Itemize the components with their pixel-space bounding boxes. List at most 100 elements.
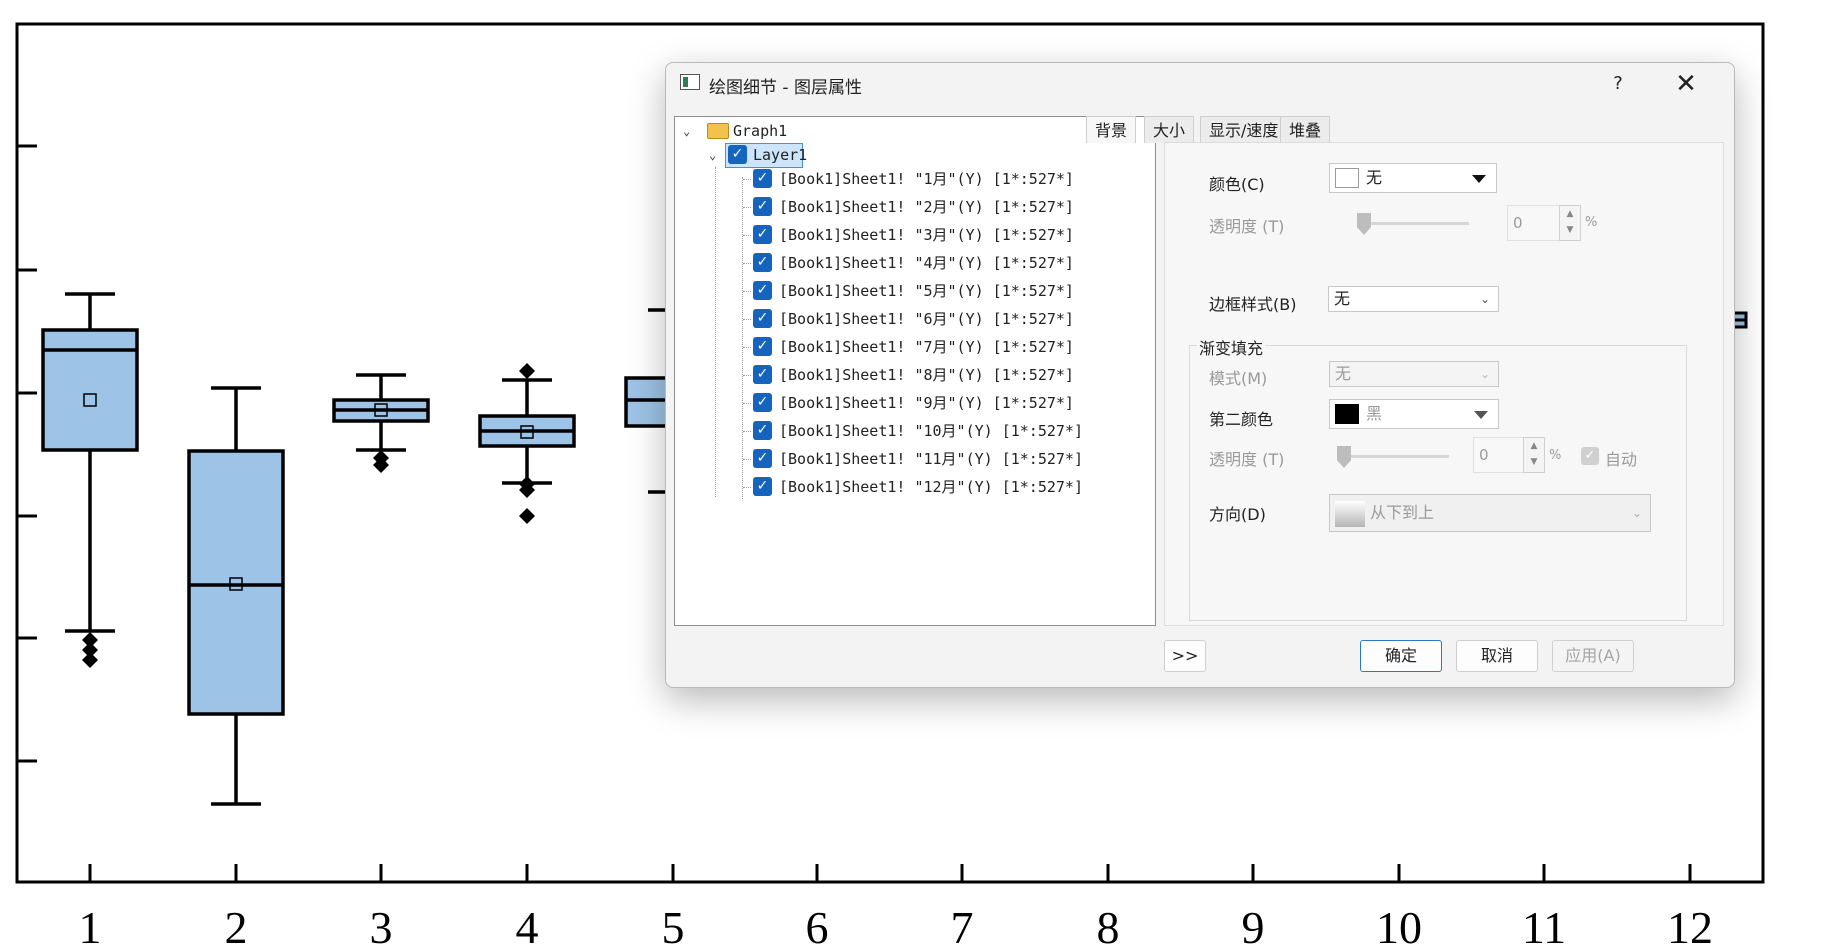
- tree-plot-label: [Book1]Sheet1! "11月"(Y) [1*:527*]: [779, 450, 1083, 468]
- caret-down-icon: [1472, 175, 1486, 183]
- direction-label: 方向(D): [1209, 505, 1266, 524]
- folder-icon: [707, 123, 729, 139]
- checkbox-checked-icon[interactable]: ✓: [753, 477, 772, 496]
- x-tick-label: 6: [806, 902, 829, 951]
- x-tick-label: 8: [1097, 902, 1120, 951]
- tree-connector: [743, 459, 751, 460]
- color-value: 无: [1366, 168, 1383, 187]
- border-style-select[interactable]: 无 ⌄: [1328, 286, 1499, 312]
- apply-button[interactable]: 应用(A): [1552, 640, 1634, 672]
- caret-down-icon: [1474, 411, 1488, 419]
- tree-plot-label: [Book1]Sheet1! "10月"(Y) [1*:527*]: [779, 422, 1083, 440]
- transparency2-label: 透明度 (T): [1209, 450, 1285, 469]
- background-tab-page: 颜色(C) 无 透明度 (T) 0 ▲ ▼ % 边框样式(B) 无 ⌄ 渐变填充 …: [1164, 142, 1724, 626]
- percent-label: %: [1549, 448, 1562, 463]
- x-tick-label: 10: [1376, 902, 1422, 951]
- tab-stack[interactable]: 堆叠: [1280, 116, 1331, 143]
- plot-details-dialog: 绘图细节 - 图层属性 ? ✕ ⌄ Graph1 ⌄ ✓ Layer1 ✓ [Bo…: [665, 62, 1735, 688]
- checkbox-checked-icon[interactable]: ✓: [753, 421, 772, 440]
- second-color-label: 第二颜色: [1209, 410, 1274, 429]
- help-button[interactable]: ?: [1604, 71, 1632, 97]
- chevron-down-icon[interactable]: ⌄: [709, 149, 721, 161]
- outlier-marker: [519, 363, 535, 379]
- color-swatch: [1335, 404, 1359, 424]
- second-color-value: 黑: [1366, 404, 1383, 423]
- tree-connector: [743, 207, 751, 208]
- tree-connector: [743, 319, 751, 320]
- tab-display-speed[interactable]: 显示/速度: [1200, 116, 1288, 143]
- tree-connector: [743, 403, 751, 404]
- x-tick-label: 7: [951, 902, 974, 951]
- transparency-input[interactable]: 0: [1507, 205, 1561, 241]
- mode-select[interactable]: 无 ⌄: [1329, 361, 1499, 387]
- chevron-down-icon[interactable]: ⌄: [683, 125, 695, 137]
- tree-plot-label: [Book1]Sheet1! "4月"(Y) [1*:527*]: [779, 254, 1074, 272]
- chevron-down-icon: ⌄: [1631, 506, 1642, 520]
- layer-tree[interactable]: ⌄ Graph1 ⌄ ✓ Layer1 ✓ [Book1]Sheet1! "1月"…: [674, 116, 1156, 626]
- cancel-button[interactable]: 取消: [1456, 640, 1538, 672]
- close-button[interactable]: ✕: [1668, 68, 1704, 100]
- spin-buttons-icon[interactable]: ▲ ▼: [1559, 205, 1581, 241]
- tree-node-label: Graph1: [733, 122, 788, 140]
- tree-plot-label: [Book1]Sheet1! "7月"(Y) [1*:527*]: [779, 338, 1074, 356]
- checkbox-checked-icon[interactable]: ✓: [753, 281, 772, 300]
- checkbox-checked-icon[interactable]: ✓: [753, 309, 772, 328]
- chevron-down-icon: ⌄: [1479, 292, 1490, 306]
- tree-connector: [743, 291, 751, 292]
- gradient-group-title: 渐变填充: [1197, 335, 1266, 359]
- tree-connector: [743, 179, 751, 180]
- tab-size[interactable]: 大小: [1144, 116, 1195, 143]
- tree-node-layer[interactable]: ⌄ ✓ Layer1: [707, 143, 837, 168]
- direction-select[interactable]: 从下到上 ⌄: [1329, 494, 1651, 532]
- dialog-titlebar[interactable]: 绘图细节 - 图层属性 ? ✕: [666, 63, 1734, 105]
- x-tick-label: 12: [1667, 902, 1713, 951]
- box-body: [41, 328, 139, 452]
- x-tick-label: 5: [662, 902, 685, 951]
- tree-node-label: Layer1: [753, 146, 808, 164]
- tree-connector: [742, 177, 743, 499]
- checkbox-checked-icon[interactable]: ✓: [753, 337, 772, 356]
- spin-buttons-icon[interactable]: ▲ ▼: [1523, 437, 1545, 473]
- slider-thumb[interactable]: [1357, 213, 1371, 235]
- color-label: 颜色(C): [1209, 175, 1265, 194]
- auto-checkbox[interactable]: ✓: [1581, 447, 1599, 465]
- color-swatch: [1335, 168, 1359, 188]
- mode-value: 无: [1335, 364, 1352, 383]
- outlier-marker: [82, 652, 98, 668]
- chevron-down-icon: ⌄: [1479, 367, 1490, 381]
- outlier-marker: [519, 508, 535, 524]
- color-select[interactable]: 无: [1329, 163, 1497, 193]
- second-color-select[interactable]: 黑: [1329, 399, 1499, 429]
- tree-connector: [743, 347, 751, 348]
- auto-label: 自动: [1605, 450, 1638, 469]
- transparency2-input[interactable]: 0: [1473, 437, 1527, 473]
- ok-button[interactable]: 确定: [1360, 640, 1442, 672]
- x-tick-label: 11: [1522, 902, 1566, 951]
- tree-plot-label: [Book1]Sheet1! "12月"(Y) [1*:527*]: [779, 478, 1083, 496]
- tree-plot-label: [Book1]Sheet1! "1月"(Y) [1*:527*]: [779, 170, 1074, 188]
- tree-connector: [743, 263, 751, 264]
- transparency2-slider[interactable]: [1337, 455, 1449, 458]
- transparency-slider[interactable]: [1357, 222, 1469, 225]
- mode-label: 模式(M): [1209, 369, 1268, 388]
- checkbox-checked-icon[interactable]: ✓: [753, 169, 772, 188]
- checkbox-checked-icon[interactable]: ✓: [753, 225, 772, 244]
- checkbox-checked-icon[interactable]: ✓: [753, 197, 772, 216]
- percent-label: %: [1585, 215, 1598, 230]
- checkbox-checked-icon[interactable]: ✓: [753, 253, 772, 272]
- tree-plot-label: [Book1]Sheet1! "3月"(Y) [1*:527*]: [779, 226, 1074, 244]
- x-tick-label: 9: [1242, 902, 1265, 951]
- tab-background[interactable]: 背景: [1086, 116, 1137, 143]
- x-tick-label: 2: [225, 902, 248, 951]
- gradient-preview: [1335, 501, 1365, 527]
- checkbox-checked-icon[interactable]: ✓: [753, 449, 772, 468]
- tree-connector: [715, 167, 716, 497]
- expand-button[interactable]: >>: [1164, 640, 1206, 672]
- dialog-title: 绘图细节 - 图层属性: [709, 78, 862, 98]
- x-tick-label: 3: [370, 902, 393, 951]
- tree-connector: [743, 431, 751, 432]
- transparency-label: 透明度 (T): [1209, 217, 1285, 236]
- checkbox-checked-icon[interactable]: ✓: [753, 365, 772, 384]
- checkbox-checked-icon[interactable]: ✓: [728, 145, 747, 164]
- checkbox-checked-icon[interactable]: ✓: [753, 393, 772, 412]
